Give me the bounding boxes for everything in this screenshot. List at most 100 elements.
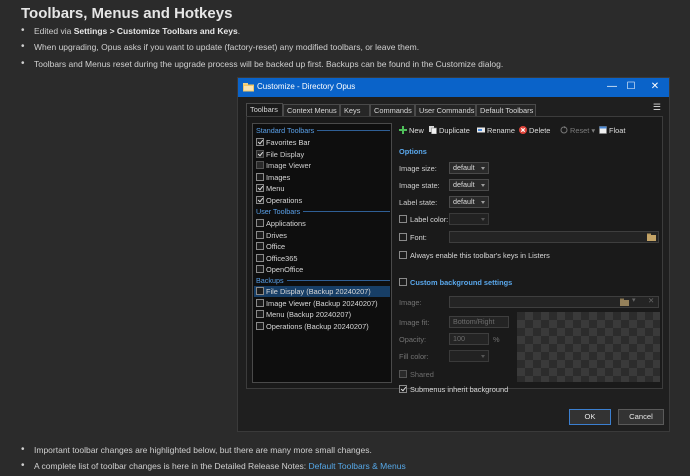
- ok-button[interactable]: OK: [569, 409, 611, 425]
- checkbox[interactable]: [256, 287, 264, 295]
- rename-button[interactable]: Rename: [477, 126, 515, 135]
- list-item[interactable]: Drives: [254, 230, 390, 241]
- list-item[interactable]: Menu: [254, 183, 390, 194]
- list-item-label: Office365: [266, 254, 298, 263]
- image-state-dropdown[interactable]: default: [449, 179, 489, 191]
- reset-label: Reset: [570, 126, 590, 135]
- list-item-label: Operations: [266, 196, 303, 205]
- font-field: [449, 231, 659, 243]
- checkbox[interactable]: [256, 219, 264, 227]
- label-color-dropdown: [449, 213, 489, 225]
- image-fit-dropdown: Bottom/Right: [449, 316, 509, 328]
- checkbox[interactable]: [399, 385, 407, 393]
- maximize-button[interactable]: ☐: [624, 80, 638, 94]
- list-item[interactable]: File Display (Backup 20240207): [254, 286, 390, 297]
- list-item[interactable]: Menu (Backup 20240207): [254, 309, 390, 320]
- close-button[interactable]: ✕: [648, 80, 662, 94]
- checkbox[interactable]: [256, 265, 264, 273]
- background-preview: [517, 312, 660, 382]
- list-item[interactable]: Image Viewer (Backup 20240207): [254, 298, 390, 309]
- delete-button[interactable]: Delete: [519, 126, 550, 135]
- toolbars-panel: Standard Toolbars Favorites Bar File Dis…: [246, 116, 663, 394]
- new-button[interactable]: New: [399, 126, 424, 135]
- custom-background-checkbox[interactable]: Custom background settings: [399, 278, 512, 287]
- plus-icon: [399, 126, 407, 134]
- list-item[interactable]: OpenOffice: [254, 264, 390, 275]
- page-heading: Toolbars, Menus and Hotkeys: [21, 5, 233, 22]
- cancel-button[interactable]: Cancel: [618, 409, 664, 425]
- new-label: New: [409, 126, 424, 135]
- folder-icon[interactable]: [647, 233, 656, 241]
- opacity-label: Opacity:: [399, 335, 427, 344]
- tab-toolbars[interactable]: Toolbars: [246, 103, 283, 117]
- fill-color-dropdown: [449, 350, 489, 362]
- checkbox: [399, 370, 407, 378]
- customize-window: Customize - Directory Opus — ☐ ✕ Toolbar…: [237, 77, 670, 432]
- list-item[interactable]: Favorites Bar: [254, 137, 390, 148]
- checkbox[interactable]: [399, 215, 407, 223]
- font-label: Font:: [410, 233, 427, 242]
- checkbox: [256, 150, 264, 158]
- label-state-dropdown[interactable]: default: [449, 196, 489, 208]
- checkbox[interactable]: [256, 184, 264, 192]
- checkbox[interactable]: [256, 310, 264, 318]
- toolbar-list[interactable]: Standard Toolbars Favorites Bar File Dis…: [252, 123, 392, 383]
- shared-checkbox: Shared: [399, 370, 434, 379]
- checkbox[interactable]: [256, 173, 264, 181]
- list-item[interactable]: Operations: [254, 195, 390, 206]
- group-backups: Backups: [256, 276, 284, 285]
- list-item-label: Applications: [266, 219, 306, 228]
- minimize-button[interactable]: —: [605, 80, 619, 94]
- title-bar[interactable]: Customize - Directory Opus — ☐ ✕: [238, 78, 669, 97]
- duplicate-button[interactable]: Duplicate: [429, 126, 470, 135]
- bullet-backups: Toolbars and Menus reset during the upgr…: [21, 58, 503, 69]
- bullet-upgrading: When upgrading, Opus asks if you want to…: [21, 41, 419, 52]
- list-item[interactable]: Operations (Backup 20240207): [254, 321, 390, 332]
- submenus-inherit-label: Submenus inherit background: [410, 385, 509, 394]
- bullet-release-notes: A complete list of toolbar changes is he…: [21, 460, 406, 471]
- checkbox[interactable]: [256, 299, 264, 307]
- delete-label: Delete: [529, 126, 551, 135]
- group-divider: [303, 211, 390, 212]
- float-button[interactable]: Float: [599, 126, 625, 135]
- reset-icon: [560, 126, 568, 134]
- group-user-toolbars: User Toolbars: [256, 207, 301, 216]
- submenus-inherit-checkbox[interactable]: Submenus inherit background: [399, 385, 508, 394]
- list-item[interactable]: Office: [254, 241, 390, 252]
- bullet-text-end: .: [237, 26, 241, 36]
- checkbox[interactable]: [256, 254, 264, 262]
- rename-label: Rename: [487, 126, 515, 135]
- release-notes-link[interactable]: Default Toolbars & Menus: [309, 461, 406, 471]
- float-icon: [599, 126, 607, 134]
- bullet-text: Important toolbar changes are highlighte…: [34, 445, 372, 455]
- group-standard-toolbars: Standard Toolbars: [256, 126, 315, 135]
- checkbox[interactable]: [256, 231, 264, 239]
- list-item[interactable]: Image Viewer: [254, 160, 390, 171]
- menu-icon[interactable]: ☰: [653, 102, 661, 113]
- clear-icon: ✕: [648, 296, 655, 305]
- list-item[interactable]: Images: [254, 172, 390, 183]
- list-item[interactable]: Applications: [254, 218, 390, 229]
- font-checkbox[interactable]: Font:: [399, 233, 427, 242]
- checkbox[interactable]: [256, 138, 264, 146]
- list-item-label: Images: [266, 173, 291, 182]
- checkbox[interactable]: [399, 278, 407, 286]
- options-section-title: Options: [399, 147, 427, 156]
- always-enable-keys-checkbox[interactable]: Always enable this toolbar's keys in Lis…: [399, 251, 550, 260]
- checkbox[interactable]: [256, 322, 264, 330]
- label-color-label: Label color:: [410, 215, 449, 224]
- list-item[interactable]: File Display: [254, 149, 390, 160]
- checkbox[interactable]: [256, 196, 264, 204]
- opacity-field: 100: [449, 333, 489, 345]
- image-size-dropdown[interactable]: default: [449, 162, 489, 174]
- list-item[interactable]: Office365: [254, 253, 390, 264]
- checkbox[interactable]: [399, 233, 407, 241]
- opacity-unit: %: [493, 335, 500, 344]
- checkbox[interactable]: [256, 242, 264, 250]
- list-item-label: OpenOffice: [266, 265, 304, 274]
- checkbox[interactable]: [399, 251, 407, 259]
- shared-label: Shared: [410, 370, 434, 379]
- reset-button[interactable]: Reset ▾: [560, 126, 595, 135]
- list-item-label: Image Viewer (Backup 20240207): [266, 299, 378, 308]
- label-color-checkbox[interactable]: Label color:: [399, 215, 448, 224]
